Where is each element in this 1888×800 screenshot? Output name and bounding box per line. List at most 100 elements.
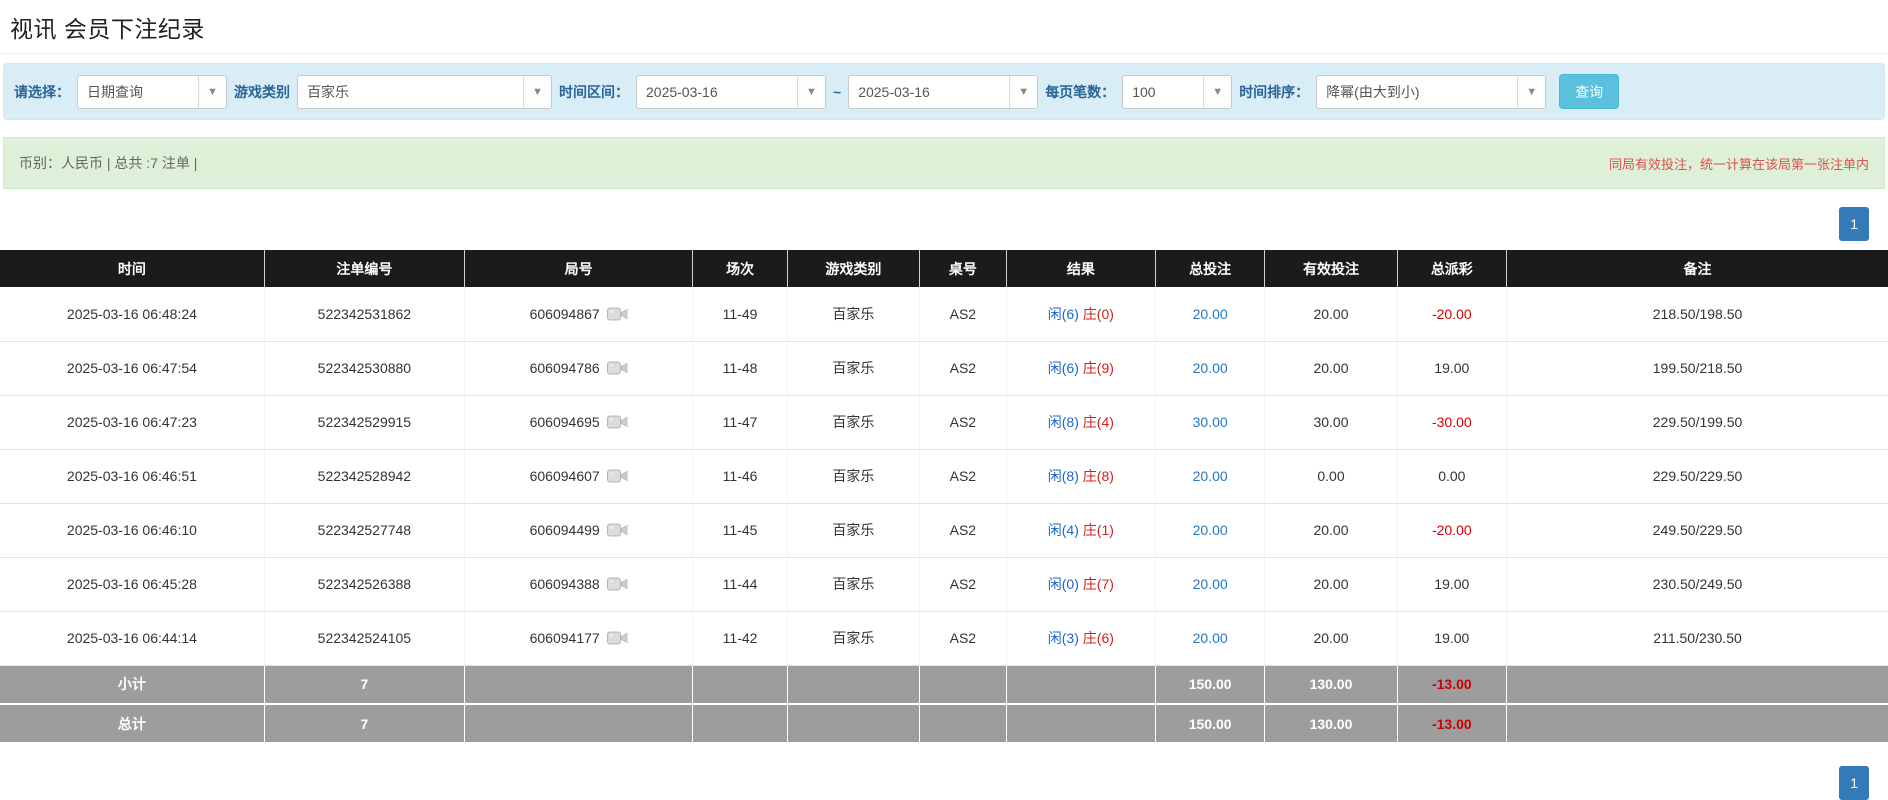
table-row: 2025-03-16 06:46:51522342528942606094607… bbox=[0, 449, 1888, 503]
pagination-page-1-button[interactable]: 1 bbox=[1839, 766, 1869, 800]
column-header: 总派彩 bbox=[1397, 250, 1507, 287]
total-bet-link[interactable]: 20.00 bbox=[1193, 630, 1228, 646]
cell-table-no: AS2 bbox=[919, 503, 1006, 557]
chevron-down-icon[interactable]: ▼ bbox=[797, 76, 825, 108]
cell-time: 2025-03-16 06:47:23 bbox=[0, 395, 264, 449]
select-type-dropdown[interactable]: ▼ bbox=[77, 75, 227, 109]
sort-order-dropdown[interactable]: ▼ bbox=[1316, 75, 1546, 109]
total-bet-link[interactable]: 20.00 bbox=[1193, 468, 1228, 484]
cell-remark: 249.50/229.50 bbox=[1507, 503, 1888, 557]
date-to-dropdown[interactable]: ▼ bbox=[848, 75, 1038, 109]
chevron-down-icon[interactable]: ▼ bbox=[198, 76, 226, 108]
date-from-dropdown[interactable]: ▼ bbox=[636, 75, 826, 109]
video-camera-icon[interactable] bbox=[607, 630, 628, 646]
video-camera-icon[interactable] bbox=[607, 414, 628, 430]
cell-payout: -20.00 bbox=[1397, 287, 1507, 341]
cell-total-bet: 20.00 bbox=[1155, 341, 1265, 395]
cell-session: 11-47 bbox=[693, 395, 787, 449]
result-player: 闲(3) bbox=[1048, 630, 1079, 646]
cell-time: 2025-03-16 06:48:24 bbox=[0, 287, 264, 341]
cell-total-bet: 20.00 bbox=[1155, 449, 1265, 503]
video-camera-icon[interactable] bbox=[607, 522, 628, 538]
subtotal-row: 小计 7 150.00 130.00 -13.00 bbox=[0, 665, 1888, 704]
cell-remark: 218.50/198.50 bbox=[1507, 287, 1888, 341]
grand-total-total-bet: 150.00 bbox=[1155, 704, 1265, 743]
cell-total-bet: 20.00 bbox=[1155, 557, 1265, 611]
result-player: 闲(6) bbox=[1048, 360, 1079, 376]
column-header: 备注 bbox=[1507, 250, 1888, 287]
filter-bar: 请选择： ▼ 游戏类别 ▼ 时间区间： ▼ ~ ▼ 每页笔数： ▼ 时间排序： … bbox=[3, 63, 1885, 120]
cell-table-no: AS2 bbox=[919, 449, 1006, 503]
chevron-down-icon[interactable]: ▼ bbox=[1517, 76, 1545, 108]
cell-payout: -20.00 bbox=[1397, 503, 1507, 557]
result-banker: 庄(0) bbox=[1083, 306, 1114, 322]
subtotal-valid-bet: 130.00 bbox=[1265, 665, 1397, 704]
column-header: 局号 bbox=[464, 250, 692, 287]
column-header: 总投注 bbox=[1155, 250, 1265, 287]
video-camera-icon[interactable] bbox=[607, 306, 628, 322]
cell-total-bet: 20.00 bbox=[1155, 503, 1265, 557]
page-size-input[interactable] bbox=[1123, 76, 1203, 108]
pagination-bottom: 1 bbox=[0, 766, 1888, 800]
column-header: 场次 bbox=[693, 250, 787, 287]
cell-valid-bet: 20.00 bbox=[1265, 557, 1397, 611]
cell-result: 闲(6) 庄(0) bbox=[1006, 287, 1155, 341]
page-header: 视讯 会员下注纪录 bbox=[0, 0, 1888, 54]
cell-time: 2025-03-16 06:47:54 bbox=[0, 341, 264, 395]
video-camera-icon[interactable] bbox=[607, 360, 628, 376]
cell-session: 11-42 bbox=[693, 611, 787, 665]
total-bet-link[interactable]: 20.00 bbox=[1193, 576, 1228, 592]
cell-game-type: 百家乐 bbox=[787, 557, 919, 611]
total-bet-link[interactable]: 30.00 bbox=[1193, 414, 1228, 430]
cell-game-type: 百家乐 bbox=[787, 449, 919, 503]
result-player: 闲(8) bbox=[1048, 414, 1079, 430]
result-player: 闲(8) bbox=[1048, 468, 1079, 484]
table-row: 2025-03-16 06:47:54522342530880606094786… bbox=[0, 341, 1888, 395]
select-type-input[interactable] bbox=[78, 76, 198, 108]
date-to-input[interactable] bbox=[849, 76, 1009, 108]
cell-remark: 211.50/230.50 bbox=[1507, 611, 1888, 665]
page-size-dropdown[interactable]: ▼ bbox=[1122, 75, 1232, 109]
cell-session: 11-49 bbox=[693, 287, 787, 341]
pagination-page-1-button[interactable]: 1 bbox=[1839, 207, 1869, 241]
game-type-input[interactable] bbox=[298, 76, 523, 108]
video-camera-icon[interactable] bbox=[607, 576, 628, 592]
cell-bet-id: 522342524105 bbox=[264, 611, 464, 665]
cell-session: 11-46 bbox=[693, 449, 787, 503]
cell-round-id: 606094867 bbox=[464, 287, 692, 341]
game-type-dropdown[interactable]: ▼ bbox=[297, 75, 552, 109]
cell-table-no: AS2 bbox=[919, 611, 1006, 665]
date-from-input[interactable] bbox=[637, 76, 797, 108]
table-row: 2025-03-16 06:45:28522342526388606094388… bbox=[0, 557, 1888, 611]
sort-order-label: 时间排序： bbox=[1239, 82, 1309, 102]
total-bet-link[interactable]: 20.00 bbox=[1193, 306, 1228, 322]
chevron-down-icon[interactable]: ▼ bbox=[1203, 76, 1231, 108]
round-id-text: 606094695 bbox=[530, 414, 600, 430]
cell-game-type: 百家乐 bbox=[787, 287, 919, 341]
cell-valid-bet: 20.00 bbox=[1265, 503, 1397, 557]
total-bet-link[interactable]: 20.00 bbox=[1193, 360, 1228, 376]
pagination-top: 1 bbox=[0, 207, 1888, 241]
total-bet-link[interactable]: 20.00 bbox=[1193, 522, 1228, 538]
video-camera-icon[interactable] bbox=[607, 468, 628, 484]
cell-total-bet: 30.00 bbox=[1155, 395, 1265, 449]
round-id-text: 606094388 bbox=[530, 576, 600, 592]
cell-time: 2025-03-16 06:44:14 bbox=[0, 611, 264, 665]
subtotal-label: 小计 bbox=[0, 665, 264, 704]
cell-table-no: AS2 bbox=[919, 341, 1006, 395]
query-button[interactable]: 查询 bbox=[1559, 74, 1619, 109]
round-id-text: 606094786 bbox=[530, 360, 600, 376]
cell-total-bet: 20.00 bbox=[1155, 611, 1265, 665]
sort-order-input[interactable] bbox=[1317, 76, 1517, 108]
result-player: 闲(0) bbox=[1048, 576, 1079, 592]
cell-round-id: 606094607 bbox=[464, 449, 692, 503]
cell-payout: 19.00 bbox=[1397, 341, 1507, 395]
chevron-down-icon[interactable]: ▼ bbox=[1009, 76, 1037, 108]
cell-bet-id: 522342527748 bbox=[264, 503, 464, 557]
game-type-label: 游戏类别 bbox=[234, 82, 290, 102]
cell-round-id: 606094695 bbox=[464, 395, 692, 449]
chevron-down-icon[interactable]: ▼ bbox=[523, 76, 551, 108]
grand-total-valid-bet: 130.00 bbox=[1265, 704, 1397, 743]
round-id-text: 606094867 bbox=[530, 306, 600, 322]
cell-total-bet: 20.00 bbox=[1155, 287, 1265, 341]
